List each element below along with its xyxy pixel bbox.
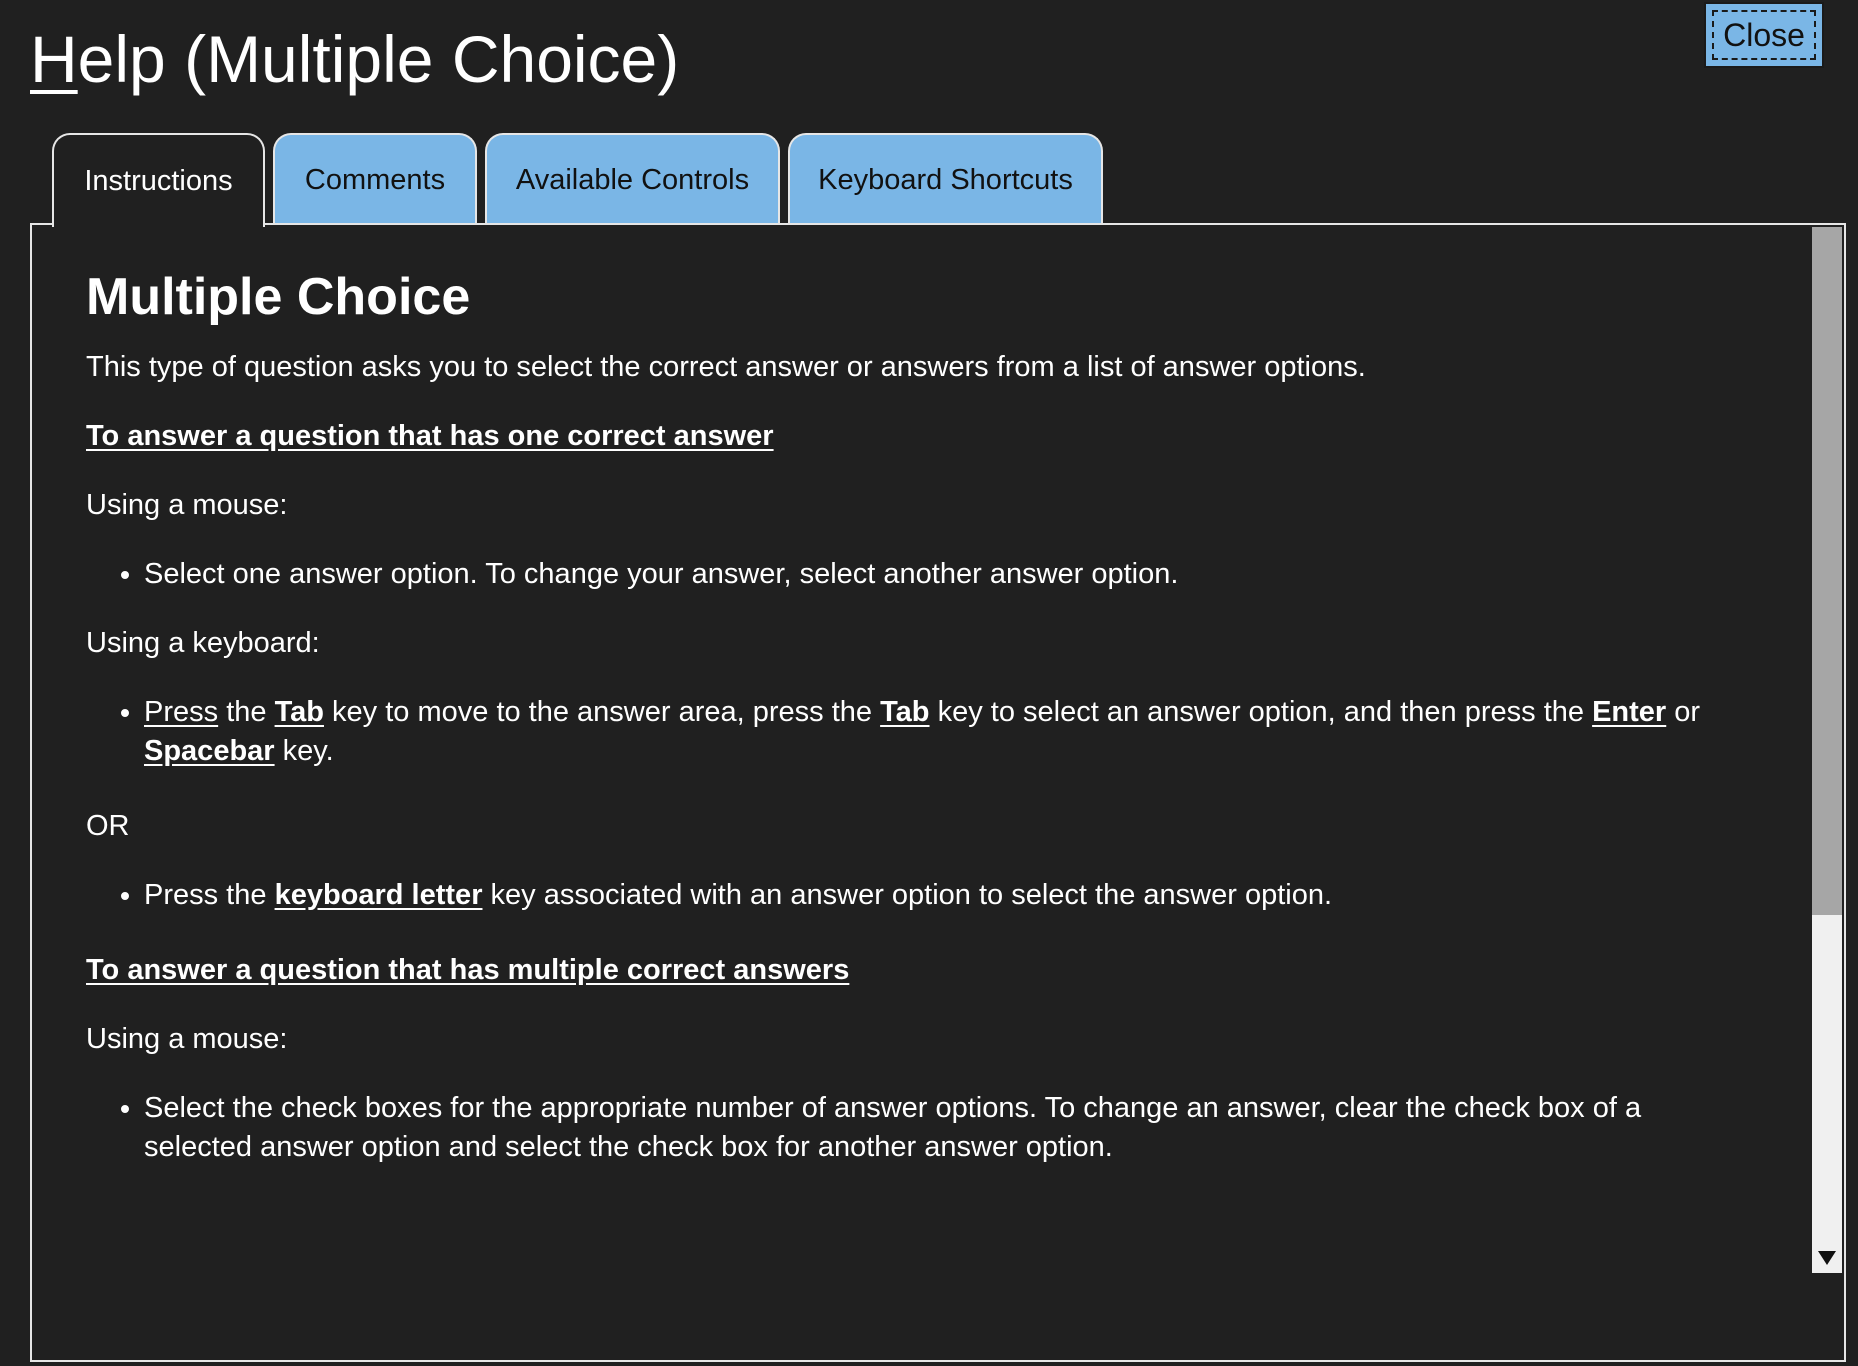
- list-text: key to move to the answer area, press th…: [323, 696, 881, 728]
- help-dialog: Help (Multiple Choice) Close Instruction…: [0, 0, 1858, 1366]
- list-item: Select the check boxes for the appropria…: [144, 1089, 1726, 1167]
- spacebar-key-link[interactable]: Spacebar: [144, 735, 275, 767]
- tab-keyboard-shortcuts[interactable]: Keyboard Shortcuts: [788, 133, 1103, 225]
- list-text: Press the: [144, 879, 275, 911]
- keyboard-label: Using a keyboard:: [86, 627, 320, 659]
- list-item: Press the keyboard letter key associated…: [144, 876, 1726, 915]
- or-label: OR: [86, 810, 130, 842]
- keyboard-instructions-list: Press the Tab key to move to the answer …: [86, 693, 1726, 771]
- list-text: key associated with an answer option to …: [482, 879, 1333, 911]
- enter-key-link[interactable]: Enter: [1592, 696, 1666, 728]
- vertical-scrollbar[interactable]: [1812, 227, 1842, 1273]
- section-heading-multiple-answers: To answer a question that has multiple c…: [86, 954, 850, 986]
- scroll-down-button[interactable]: [1812, 1243, 1842, 1273]
- tab-key-link[interactable]: Tab: [880, 696, 929, 728]
- dialog-title: Help (Multiple Choice): [30, 14, 679, 104]
- instructions-content: Multiple Choice This type of question as…: [86, 259, 1726, 1293]
- keyboard-letter-link[interactable]: keyboard letter: [275, 879, 483, 911]
- tab-comments[interactable]: Comments: [273, 133, 477, 225]
- list-item: Select one answer option. To change your…: [144, 555, 1726, 594]
- triangle-down-icon: [1818, 1251, 1836, 1265]
- content-heading: Multiple Choice: [86, 268, 471, 326]
- list-text: key to select an answer option, and then…: [929, 696, 1593, 728]
- section-heading-one-answer: To answer a question that has one correc…: [86, 420, 774, 452]
- press-link[interactable]: Press: [144, 696, 218, 728]
- tab-instructions[interactable]: Instructions: [52, 133, 265, 227]
- close-button-label: Close: [1712, 10, 1816, 60]
- intro-text: This type of question asks you to select…: [86, 351, 1366, 383]
- list-text: the: [218, 696, 275, 728]
- tab-bar: Instructions Comments Available Controls…: [30, 133, 1846, 227]
- mouse-instructions-list: Select one answer option. To change your…: [86, 555, 1726, 594]
- letter-instructions-list: Press the keyboard letter key associated…: [86, 876, 1726, 915]
- list-item: Press the Tab key to move to the answer …: [144, 693, 1726, 771]
- list-text: key.: [274, 735, 334, 767]
- scroll-thumb[interactable]: [1812, 227, 1842, 915]
- title-text: elp (Multiple Choice): [77, 22, 680, 96]
- tab-key-link[interactable]: Tab: [275, 696, 324, 728]
- title-access-key: H: [30, 22, 78, 96]
- list-text: or: [1666, 696, 1701, 728]
- close-button[interactable]: Close: [1704, 2, 1824, 68]
- tab-available-controls[interactable]: Available Controls: [485, 133, 780, 225]
- mouse-label: Using a mouse:: [86, 489, 288, 521]
- tab-panel-instructions: Multiple Choice This type of question as…: [30, 223, 1846, 1362]
- multi-mouse-instructions-list: Select the check boxes for the appropria…: [86, 1089, 1726, 1167]
- mouse-label: Using a mouse:: [86, 1023, 288, 1055]
